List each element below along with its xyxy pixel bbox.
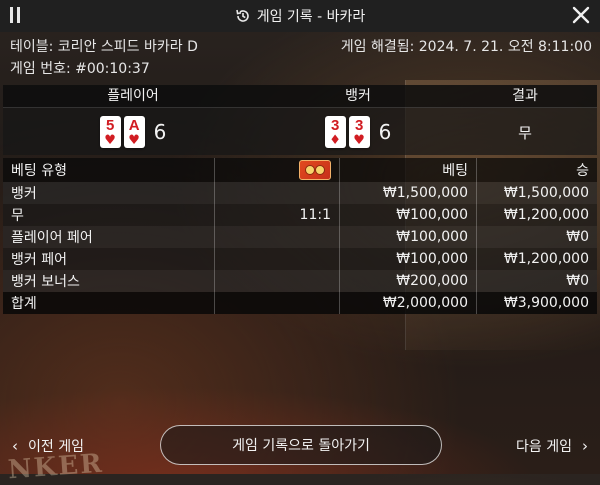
footer-nav: ‹ 이전 게임 게임 기록으로 돌아가기 다음 게임 ›	[0, 424, 600, 468]
total-label: 합계	[3, 292, 215, 314]
bet-type-header: 베팅 유형	[3, 158, 215, 182]
page-title: 게임 기록 - 바카라	[256, 9, 366, 25]
win-header: 승	[476, 158, 597, 182]
heart-icon: ♥	[353, 132, 365, 148]
previous-game-label: 이전 게임	[28, 439, 84, 455]
heart-icon: ♥	[128, 132, 140, 148]
table-row: 뱅커 페어 ₩100,000 ₩1,200,000	[3, 248, 597, 270]
win-amount: ₩1,200,000	[503, 251, 589, 267]
bet-odds	[214, 248, 340, 270]
bets-table: 베팅 유형 베팅 승 뱅커 ₩1,500,000 ₩1,500,000 무 11…	[3, 158, 597, 314]
playing-card: A ♥	[123, 116, 145, 148]
bet-header: 베팅	[339, 158, 477, 182]
total-win: ₩3,900,000	[503, 295, 589, 311]
bet-type: 뱅커 페어	[3, 248, 215, 270]
win-amount: ₩1,500,000	[503, 185, 589, 201]
back-to-history-label: 게임 기록으로 돌아가기	[232, 438, 370, 454]
chevron-right-icon: ›	[582, 437, 588, 455]
back-to-history-button[interactable]: 게임 기록으로 돌아가기	[160, 425, 442, 465]
bet-odds	[214, 226, 340, 248]
heart-icon: ♥	[104, 132, 116, 148]
banker-hand: 3 ♦ 3 ♥ 6	[263, 116, 453, 148]
menu-button[interactable]	[10, 7, 24, 25]
table-row: 플레이어 페어 ₩100,000 ₩0	[3, 226, 597, 248]
bet-type: 뱅커 보너스	[3, 270, 215, 292]
results-panel: 플레이어 뱅커 결과 5 ♥ A ♥ 6 3 ♦ 3 ♥ 6 무	[3, 85, 597, 155]
history-icon	[235, 9, 249, 22]
banker-score: 6	[378, 120, 392, 144]
settled-time: 게임 해결됨: 2024. 7. 21. 오전 8:11:00	[340, 39, 592, 55]
diamond-icon: ♦	[329, 132, 341, 148]
table-row: 뱅커 보너스 ₩200,000 ₩0	[3, 270, 597, 292]
win-amount: ₩1,200,000	[503, 207, 589, 223]
outcome-value: 무	[518, 123, 532, 142]
chips-icon	[299, 160, 331, 180]
total-row: 합계 ₩2,000,000 ₩3,900,000	[3, 292, 597, 314]
bet-odds	[214, 182, 340, 204]
previous-game-button[interactable]: ‹ 이전 게임	[12, 436, 84, 456]
table-name: 테이블: 코리안 스피드 바카라 D	[10, 39, 198, 55]
playing-card: 3 ♥	[348, 116, 370, 148]
game-info: 테이블: 코리안 스피드 바카라 D 게임 해결됨: 2024. 7. 21. …	[10, 36, 592, 80]
close-icon[interactable]	[570, 4, 592, 26]
bet-type: 뱅커	[3, 182, 215, 204]
bet-odds	[214, 270, 340, 292]
next-game-label: 다음 게임	[516, 439, 572, 455]
playing-card: 3 ♦	[324, 116, 346, 148]
table-row: 무 11:1 ₩100,000 ₩1,200,000	[3, 204, 597, 226]
total-bet: ₩2,000,000	[339, 292, 477, 314]
bet-odds: 11:1	[214, 204, 340, 226]
chevron-left-icon: ‹	[12, 437, 18, 455]
next-game-button[interactable]: 다음 게임 ›	[516, 436, 588, 456]
header-title: 게임 기록 - 바카라	[235, 6, 366, 26]
bet-type: 무	[3, 204, 215, 226]
player-score: 6	[153, 120, 167, 144]
bet-amount: ₩200,000	[339, 270, 477, 292]
bet-amount: ₩100,000	[339, 226, 477, 248]
win-amount: ₩0	[566, 273, 589, 289]
bet-type: 플레이어 페어	[3, 226, 215, 248]
header-bar: 게임 기록 - 바카라	[0, 0, 600, 32]
bet-amount: ₩1,500,000	[339, 182, 477, 204]
player-hand: 5 ♥ A ♥ 6	[3, 116, 263, 148]
playing-card: 5 ♥	[99, 116, 121, 148]
game-outcome: 무	[453, 122, 597, 143]
total-odds-empty	[214, 292, 340, 314]
odds-header	[214, 158, 340, 182]
banker-header: 뱅커	[345, 88, 371, 104]
bet-amount: ₩100,000	[339, 248, 477, 270]
win-amount: ₩0	[566, 229, 589, 245]
bet-amount: ₩100,000	[339, 204, 477, 226]
game-number: 게임 번호: #00:10:37	[10, 61, 150, 77]
player-header: 플레이어	[107, 88, 159, 104]
table-row: 뱅커 ₩1,500,000 ₩1,500,000	[3, 182, 597, 204]
outcome-header: 결과	[512, 88, 538, 104]
